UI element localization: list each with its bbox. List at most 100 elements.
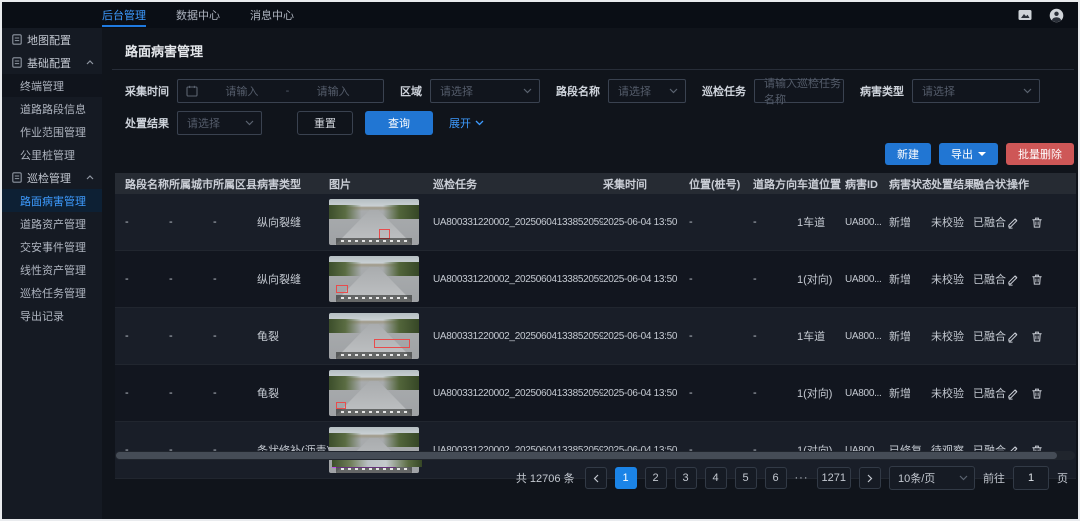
column-header: 车道位置 xyxy=(797,176,845,192)
sidebar-item-label: 公里桩管理 xyxy=(20,147,75,163)
page-button[interactable]: 2 xyxy=(645,467,667,489)
sidebar-item[interactable]: 道路资产管理 xyxy=(2,212,102,235)
top-nav-tab[interactable]: 消息中心 xyxy=(250,2,294,28)
cell-disease-type: 纵向裂缝 xyxy=(257,214,329,230)
road-name-label: 路段名称 xyxy=(556,83,600,99)
end-date-placeholder[interactable]: 请输入 xyxy=(291,83,375,99)
sidebar-item[interactable]: 巡检管理 xyxy=(2,166,102,189)
edit-icon[interactable] xyxy=(1007,330,1019,343)
sidebar-item[interactable]: 导出记录 xyxy=(2,304,102,327)
cell-direction: - xyxy=(753,387,797,399)
cell-road-name: - xyxy=(125,216,169,228)
result-select[interactable]: 请选择 xyxy=(177,111,262,135)
task-input[interactable]: 请输入巡检任务名称 xyxy=(754,79,844,103)
filter-row-2: 处置结果 请选择 重置 查询 展开 xyxy=(125,111,1078,135)
cell-result: 未校验 xyxy=(931,271,973,287)
photo-caption-overlay xyxy=(336,352,412,359)
sidebar-item[interactable]: 交安事件管理 xyxy=(2,235,102,258)
horizontal-scrollbar[interactable] xyxy=(115,451,1075,460)
disease-type-select[interactable]: 请选择 xyxy=(912,79,1040,103)
top-nav-tabs: 后台管理 数据中心 消息中心 xyxy=(102,2,294,28)
collect-time-range-input[interactable]: 请输入 - 请输入 xyxy=(177,79,384,103)
cell-operations xyxy=(1007,387,1051,400)
delete-icon[interactable] xyxy=(1031,330,1043,343)
goto-page-input[interactable] xyxy=(1013,466,1049,490)
expand-link[interactable]: 展开 xyxy=(449,115,484,131)
cell-direction: - xyxy=(753,330,797,342)
sidebar-item[interactable]: 道路路段信息 xyxy=(2,97,102,120)
sidebar-item[interactable]: 路面病害管理 xyxy=(2,189,102,212)
sidebar: 地图配置 基础配置 终端管理 道路路段信息 xyxy=(2,28,102,519)
table-row[interactable]: - - - 龟裂 UA800331220002_2025060413385205… xyxy=(115,365,1076,422)
data-table: 路段名称 所属城市 所属区县 病害类型 图片 巡检任务 采集时间 位置(桩号) … xyxy=(115,173,1076,488)
sidebar-item[interactable]: 线性资产管理 xyxy=(2,258,102,281)
page-button[interactable]: 5 xyxy=(735,467,757,489)
edit-icon[interactable] xyxy=(1007,216,1019,229)
table-row[interactable]: - - - 纵向裂缝 UA800331220002_20250604133852… xyxy=(115,251,1076,308)
column-header: 位置(桩号) xyxy=(689,176,753,192)
cell-fusion: 已融合 xyxy=(973,271,1007,287)
export-button[interactable]: 导出 xyxy=(939,143,998,165)
page-size-select[interactable]: 10条/页 xyxy=(889,466,975,490)
table-row[interactable]: - - - 纵向裂缝 UA800331220002_20250604133852… xyxy=(115,194,1076,251)
chevron-down-icon xyxy=(669,88,678,94)
sidebar-item-label: 作业范围管理 xyxy=(20,124,86,140)
user-avatar-icon[interactable] xyxy=(1049,8,1064,23)
sidebar-item[interactable]: 巡检任务管理 xyxy=(2,281,102,304)
screen-icon[interactable] xyxy=(1017,8,1033,22)
page-button[interactable]: 1 xyxy=(615,467,637,489)
table-body: - - - 纵向裂缝 UA800331220002_20250604133852… xyxy=(115,194,1076,488)
cell-county: - xyxy=(213,387,257,399)
create-button[interactable]: 新建 xyxy=(885,143,931,165)
page-button[interactable]: 6 xyxy=(765,467,787,489)
road-photo-thumbnail[interactable] xyxy=(329,313,419,359)
chevron-up-icon xyxy=(86,60,94,65)
annotation-box xyxy=(336,285,348,293)
delete-icon[interactable] xyxy=(1031,273,1043,286)
chevron-up-icon xyxy=(86,175,94,180)
collect-time-label: 采集时间 xyxy=(125,83,169,99)
scrollbar-thumb[interactable] xyxy=(116,452,1057,459)
cell-road-name: - xyxy=(125,387,169,399)
delete-icon[interactable] xyxy=(1031,216,1043,229)
sidebar-item[interactable]: 终端管理 xyxy=(2,74,102,97)
photo-caption-overlay xyxy=(336,466,412,473)
cell-city: - xyxy=(169,387,213,399)
sidebar-item[interactable]: 地图配置 xyxy=(2,28,102,51)
sidebar-item[interactable]: 公里桩管理 xyxy=(2,143,102,166)
app-window: 后台管理 数据中心 消息中心 地图配 xyxy=(0,0,1080,521)
prev-page-button[interactable] xyxy=(585,467,607,489)
sidebar-item[interactable]: 作业范围管理 xyxy=(2,120,102,143)
reset-button[interactable]: 重置 xyxy=(297,111,353,135)
edit-icon[interactable] xyxy=(1007,387,1019,400)
edit-icon[interactable] xyxy=(1007,273,1019,286)
road-name-select[interactable]: 请选择 xyxy=(608,79,686,103)
delete-icon[interactable] xyxy=(1031,387,1043,400)
start-date-placeholder[interactable]: 请输入 xyxy=(200,83,284,99)
sidebar-item[interactable]: 基础配置 xyxy=(2,51,102,74)
batch-delete-button[interactable]: 批量删除 xyxy=(1006,143,1074,165)
next-page-button[interactable] xyxy=(859,467,881,489)
column-header: 操作 xyxy=(1007,176,1051,192)
road-photo-thumbnail[interactable] xyxy=(329,256,419,302)
last-page-button[interactable]: 1271 xyxy=(817,467,851,489)
sidebar-item-label: 路面病害管理 xyxy=(20,193,86,209)
chevron-down-icon xyxy=(523,88,532,94)
road-photo-thumbnail[interactable] xyxy=(329,199,419,245)
table-row[interactable]: - - - 龟裂 UA800331220002_2025060413385205… xyxy=(115,308,1076,365)
column-header: 融合状态 xyxy=(973,176,1007,192)
caret-down-icon xyxy=(978,152,986,156)
more-pages-ellipsis[interactable]: ··· xyxy=(795,472,809,484)
road-photo-thumbnail[interactable] xyxy=(329,370,419,416)
query-button[interactable]: 查询 xyxy=(365,111,433,135)
photo-caption-overlay xyxy=(336,295,412,302)
top-nav-tab[interactable]: 后台管理 xyxy=(102,2,146,28)
cell-lane: 1(对向) xyxy=(797,271,845,287)
region-select[interactable]: 请选择 xyxy=(430,79,540,103)
cell-disease-id: UA800... xyxy=(845,217,889,228)
page-button[interactable]: 4 xyxy=(705,467,727,489)
cell-operations xyxy=(1007,330,1051,343)
page-button[interactable]: 3 xyxy=(675,467,697,489)
chevron-left-icon xyxy=(593,474,599,483)
top-nav-tab[interactable]: 数据中心 xyxy=(176,2,220,28)
